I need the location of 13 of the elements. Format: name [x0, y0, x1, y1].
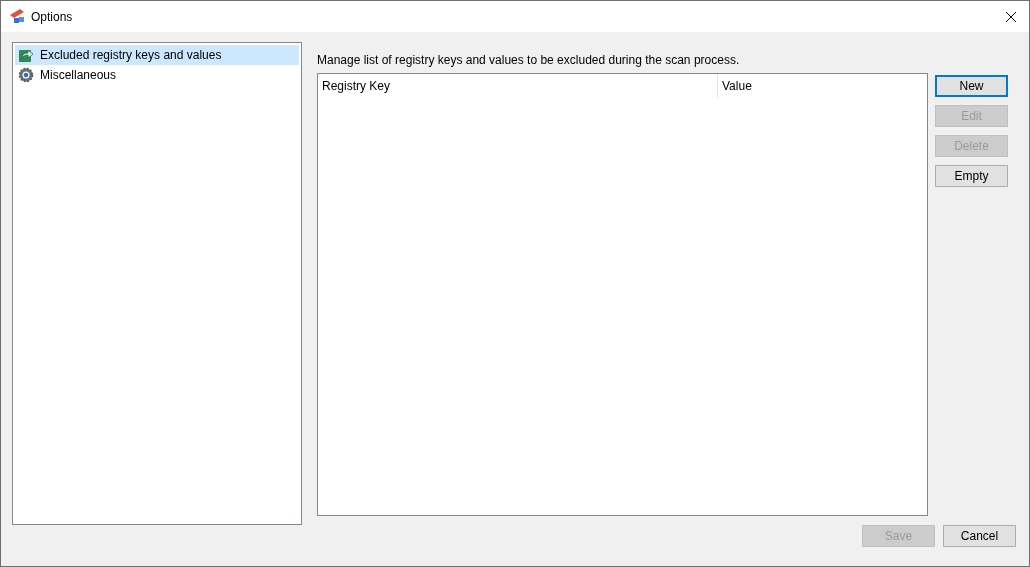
- window-title: Options: [31, 8, 73, 26]
- gear-icon: [18, 67, 34, 83]
- sidebar-item[interactable]: Excluded registry keys and values: [15, 45, 299, 65]
- app-icon: [9, 8, 26, 25]
- column-header[interactable]: Registry Key: [318, 74, 718, 98]
- action-button[interactable]: New: [935, 75, 1008, 97]
- close-icon[interactable]: [1005, 10, 1017, 23]
- dialog-button[interactable]: Cancel: [943, 525, 1016, 547]
- column-header[interactable]: Value: [718, 74, 927, 98]
- sidebar-item[interactable]: Miscellaneous: [15, 65, 299, 85]
- description-text: Manage list of registry keys and values to be excluded during the scan process.: [317, 51, 740, 69]
- action-button[interactable]: Empty: [935, 165, 1008, 187]
- share-arrow-icon: [18, 47, 34, 63]
